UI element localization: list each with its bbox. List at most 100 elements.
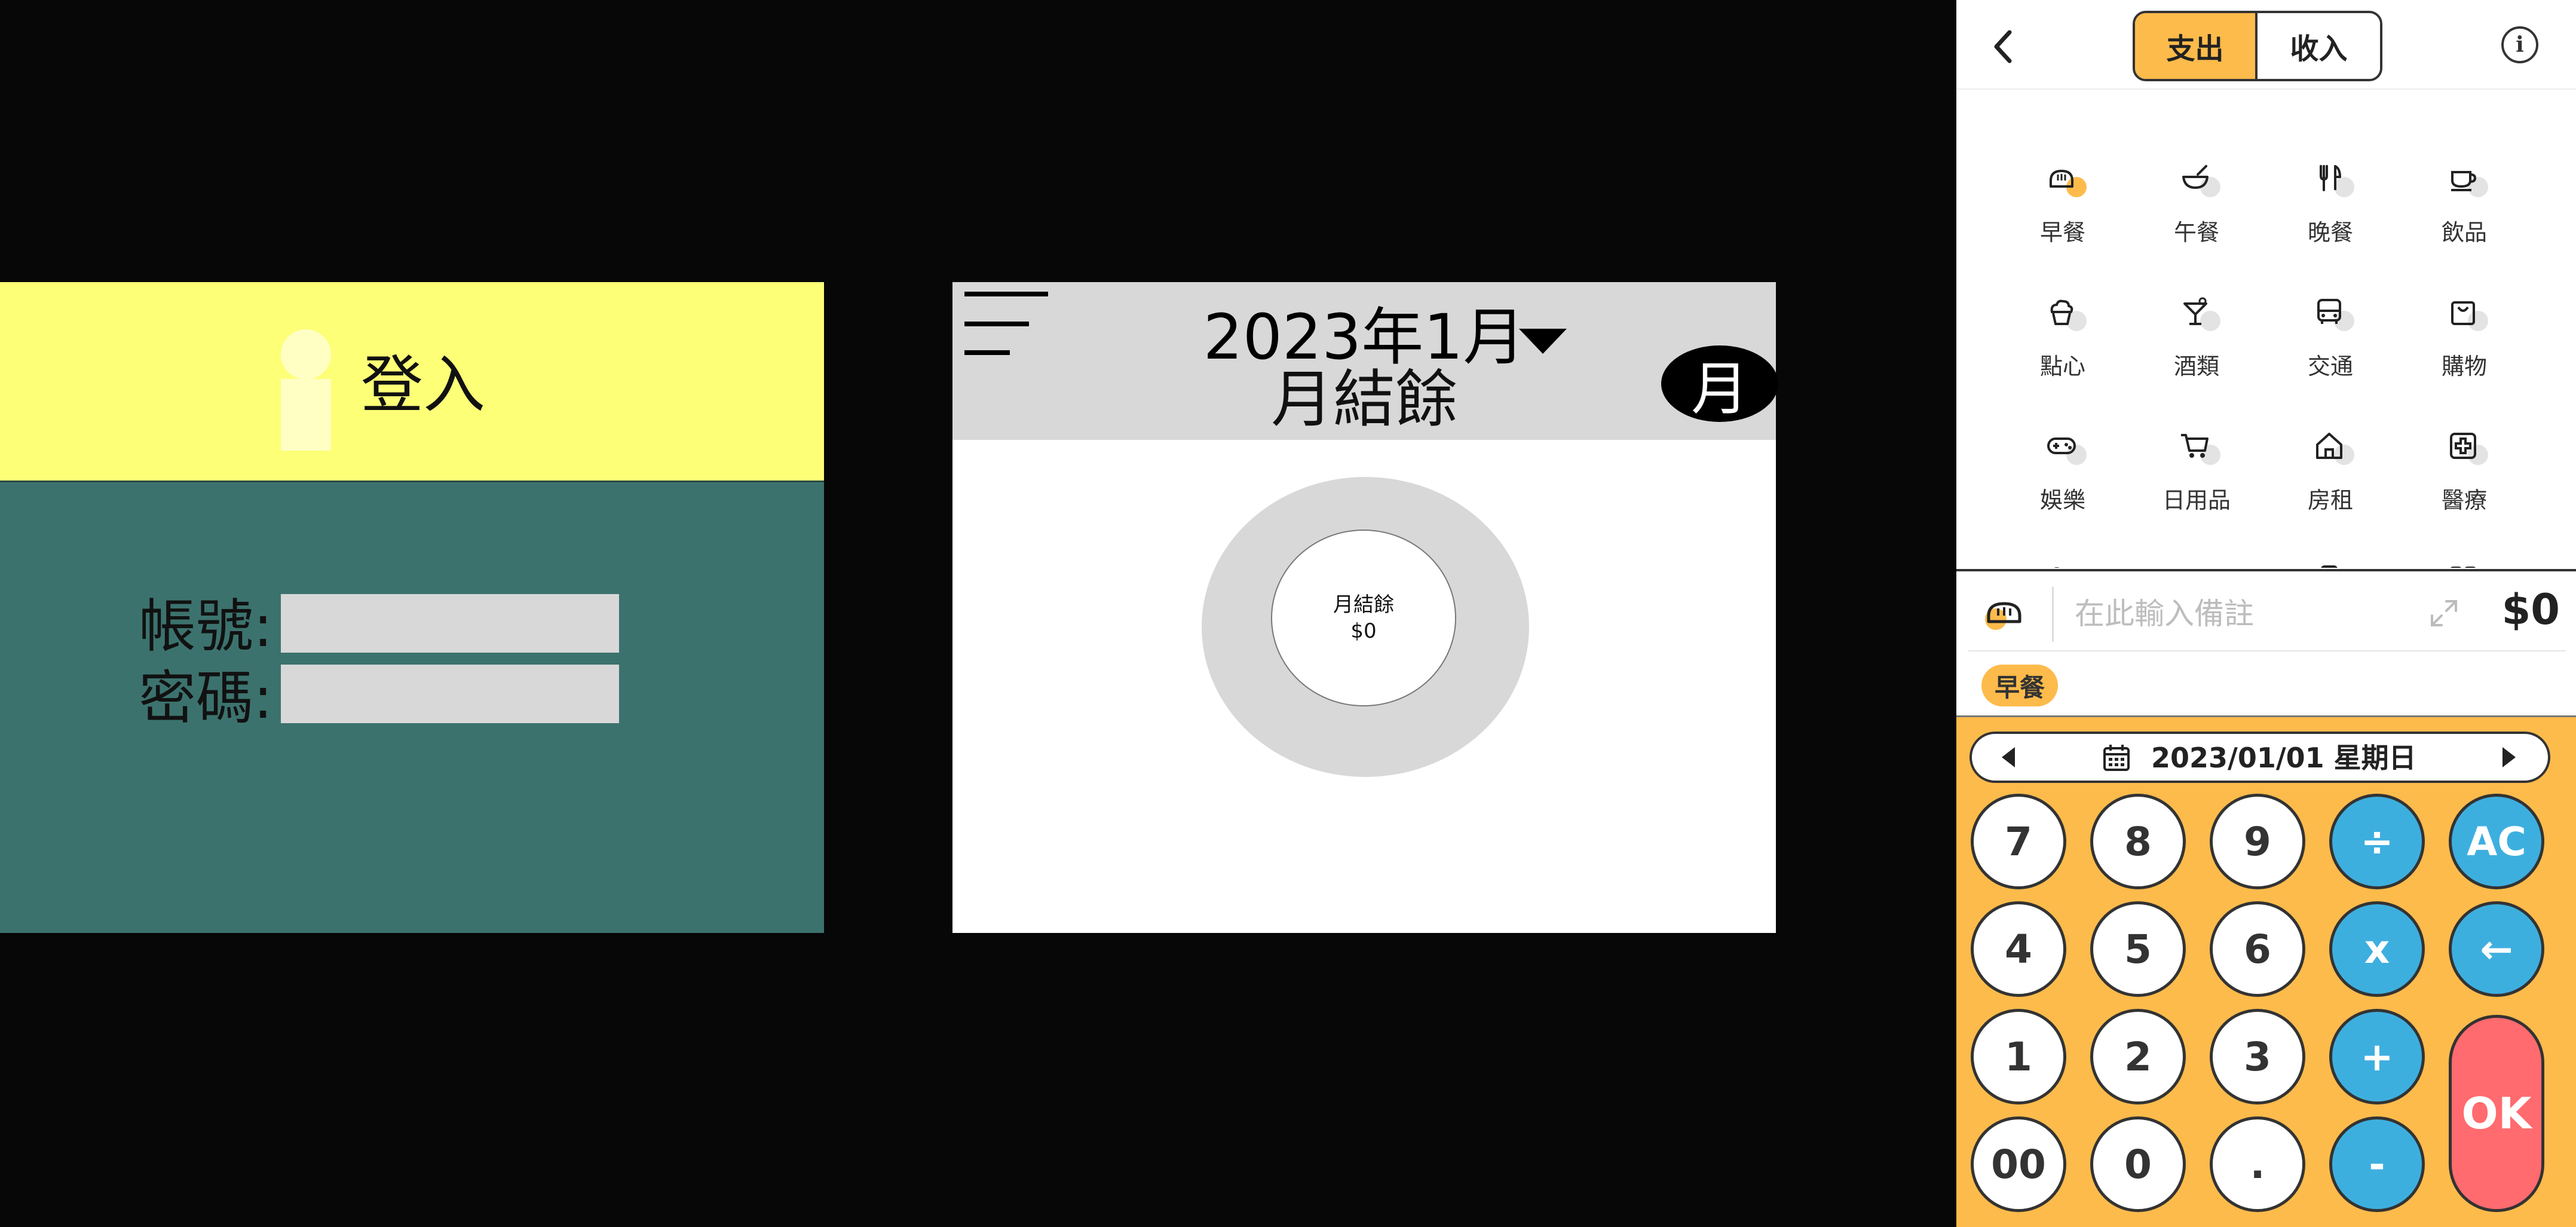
category-item[interactable]: 酒類	[2143, 250, 2250, 380]
caret-down-icon[interactable]	[1519, 329, 1567, 354]
period-toggle-button[interactable]: 月	[1661, 345, 1778, 423]
category-item[interactable]: 購物	[2410, 250, 2518, 380]
category-label: 房租	[2307, 487, 2353, 513]
category-label: 午餐	[2173, 219, 2219, 246]
ok-button[interactable]: OK	[2449, 1015, 2544, 1212]
username-field[interactable]	[281, 594, 619, 653]
keypad-area: 2023/01/01 星期日 7 8 9 ÷ AC 4 5 6 x ← 1 2 3 +00 0. - OK	[1956, 717, 2576, 1227]
category-item[interactable]	[2143, 518, 2250, 568]
category-item[interactable]: 午餐	[2143, 116, 2250, 246]
category-label: 醫療	[2441, 487, 2487, 513]
category-grid: 早餐 午餐 晚餐 飲品點心 酒類 交通 購物娛樂 日用品 房租 醫療	[1956, 90, 2576, 568]
cart-icon	[2169, 422, 2224, 477]
shopping-bag-icon	[2437, 288, 2492, 343]
category-item[interactable]: 點心	[2009, 250, 2116, 380]
category-item[interactable]: 房租	[2277, 384, 2384, 513]
date-selector: 2023/01/01 星期日	[1969, 732, 2550, 783]
digit-key-3[interactable]: 3	[2210, 1009, 2305, 1104]
user-avatar-body	[281, 379, 331, 451]
category-label: 交通	[2307, 353, 2353, 380]
donut-label: 月結餘	[1333, 592, 1394, 617]
backspace-key[interactable]: ←	[2449, 901, 2544, 997]
digit-key-2[interactable]: 2	[2090, 1009, 2186, 1104]
cocktail-icon	[2169, 288, 2224, 343]
digit-key-5[interactable]: 5	[2090, 901, 2186, 997]
phone-icon	[2303, 556, 2358, 568]
monthly-summary-panel: 2023年1月 月結餘 月 月結餘 $0	[952, 282, 1778, 933]
category-label: 晚餐	[2307, 219, 2353, 246]
digit-key-0[interactable]: 0	[2090, 1116, 2186, 1212]
type-switch: 支出 收入	[2133, 11, 2382, 81]
minus-key[interactable]: -	[2329, 1116, 2425, 1212]
category-label: 點心	[2039, 353, 2085, 380]
expense-entry-app: 支出 收入 i 早餐 午餐 晚餐 飲品點心 酒類 交通 購物娛樂 日用品 房租 醫療 $0 早餐	[1956, 0, 2576, 1227]
digit-key-4[interactable]: 4	[1971, 901, 2066, 997]
chevron-left-icon	[1994, 30, 2012, 63]
calendar-icon[interactable]	[2101, 742, 2132, 773]
category-item[interactable]	[2277, 518, 2384, 568]
category-label: 日用品	[2162, 487, 2231, 513]
memo-input[interactable]	[2075, 593, 2409, 635]
tab-income[interactable]: 收入	[2258, 13, 2380, 79]
bread-icon	[1985, 602, 2021, 630]
tab-expense[interactable]: 支出	[2135, 13, 2258, 79]
back-button[interactable]	[1983, 23, 2024, 71]
category-label: 購物	[2441, 353, 2487, 380]
menu-icon-line	[964, 292, 1048, 296]
next-day-icon[interactable]	[2503, 747, 2516, 767]
bus-icon	[2303, 288, 2358, 343]
category-item[interactable]	[2410, 518, 2518, 568]
decimal-key[interactable]: .	[2210, 1116, 2305, 1212]
gift-icon	[2169, 556, 2224, 568]
month-selector[interactable]: 2023年1月	[952, 306, 1776, 368]
digit-key-00[interactable]: 00	[1971, 1116, 2066, 1212]
category-item[interactable]: 飲品	[2410, 116, 2518, 246]
username-label: 帳號:	[139, 593, 273, 660]
digit-key-1[interactable]: 1	[1971, 1009, 2066, 1104]
summary-header: 2023年1月 月結餘 月	[952, 282, 1778, 440]
plus-key[interactable]: +	[2329, 1009, 2425, 1104]
bowl-icon	[2169, 154, 2224, 209]
medical-icon	[2437, 422, 2492, 477]
balance-title: 月結餘	[1270, 363, 1457, 436]
divide-key[interactable]: ÷	[2329, 794, 2425, 889]
digit-key-8[interactable]: 8	[2090, 794, 2186, 889]
amount-display: $0	[2501, 585, 2560, 634]
category-item[interactable]	[2009, 518, 2116, 568]
grid-icon	[2437, 556, 2492, 568]
category-item[interactable]: 醫療	[2410, 384, 2518, 513]
top-bar: 支出 收入 i	[1956, 0, 2576, 90]
category-item[interactable]: 早餐	[2009, 116, 2116, 246]
digit-key-7[interactable]: 7	[1971, 794, 2066, 889]
info-icon[interactable]: i	[2501, 26, 2538, 63]
digit-key-9[interactable]: 9	[2210, 794, 2305, 889]
previous-day-icon[interactable]	[2002, 747, 2015, 767]
category-item[interactable]: 晚餐	[2277, 116, 2384, 246]
selected-category-tag[interactable]: 早餐	[1981, 665, 2059, 706]
divider	[2052, 587, 2054, 642]
cupcake-icon	[2035, 288, 2090, 343]
expand-icon[interactable]	[2428, 598, 2459, 629]
bread-icon	[2035, 154, 2090, 209]
login-header: 登入	[0, 282, 824, 482]
password-label: 密碼:	[139, 665, 273, 732]
donut-value: $0	[1350, 619, 1377, 643]
multiply-key[interactable]: x	[2329, 901, 2425, 997]
login-title: 登入	[361, 348, 486, 421]
gamepad-icon	[2035, 422, 2090, 477]
category-item[interactable]: 交通	[2277, 250, 2384, 380]
category-label: 早餐	[2039, 219, 2085, 246]
category-item[interactable]: 日用品	[2143, 384, 2250, 513]
category-item[interactable]: 娛樂	[2009, 384, 2116, 513]
divider	[1968, 650, 2566, 651]
clear-key[interactable]: AC	[2449, 794, 2544, 889]
utensils-icon	[2303, 154, 2358, 209]
digit-key-6[interactable]: 6	[2210, 901, 2305, 997]
category-label: 飲品	[2441, 219, 2487, 246]
date-text[interactable]: 2023/01/01 星期日	[2151, 739, 2416, 777]
password-field[interactable]	[281, 665, 619, 723]
category-label: 酒類	[2173, 353, 2219, 380]
memo-bar: $0 早餐	[1956, 569, 2576, 717]
house-icon	[2303, 422, 2358, 477]
category-label: 娛樂	[2039, 487, 2085, 513]
